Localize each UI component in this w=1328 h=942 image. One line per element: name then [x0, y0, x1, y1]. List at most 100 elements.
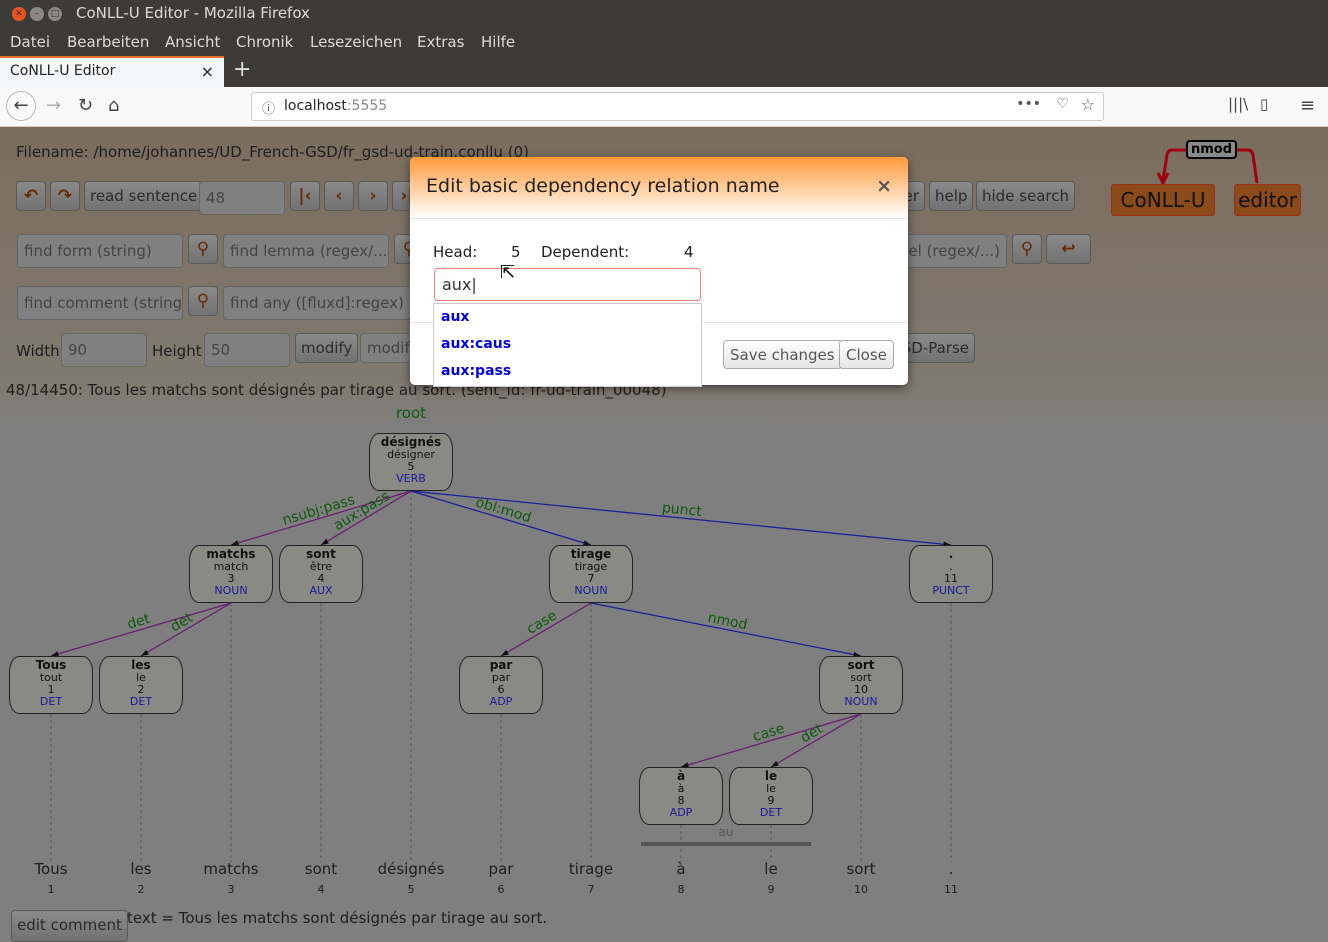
close-window-icon[interactable]: ✕ — [12, 7, 26, 21]
node-form: par — [489, 658, 513, 672]
node-form: sont — [306, 547, 336, 561]
url-port: :5555 — [346, 98, 388, 114]
library-icon[interactable]: |||\ — [1228, 95, 1248, 113]
edit-comment-button[interactable]: edit comment — [11, 910, 128, 942]
token-index: 4 — [317, 883, 325, 896]
tree-node[interactable]: tirage tirage 7 NOUN — [549, 545, 633, 603]
page-actions-icon[interactable]: ••• — [1016, 96, 1041, 112]
node-form: Tous — [35, 658, 67, 672]
dependency-edge[interactable] — [410, 490, 592, 546]
node-upos: DET — [759, 806, 783, 819]
url-host: localhost — [284, 98, 347, 114]
bookmark-star-icon[interactable]: ☆ — [1081, 95, 1095, 114]
tree-node[interactable]: .. 11 PUNCT — [909, 545, 993, 603]
tab-close-icon[interactable]: × — [201, 62, 214, 81]
autocomplete-item[interactable]: aux:caus — [434, 331, 701, 358]
token-form: . — [948, 860, 954, 878]
node-upos: ADP — [489, 695, 513, 708]
menu-bar: Datei Bearbeiten Ansicht Chronik Lesezei… — [0, 28, 1328, 56]
pocket-icon[interactable]: ♡ — [1056, 96, 1069, 112]
token-index: 3 — [227, 883, 235, 896]
head-value: 5 — [511, 243, 521, 261]
menu-lesezeichen[interactable]: Lesezeichen — [310, 33, 402, 51]
node-form: . — [948, 547, 954, 561]
token-form: sont — [304, 860, 338, 878]
token-index: 7 — [587, 883, 595, 896]
dialog-close-icon[interactable]: × — [876, 175, 892, 197]
forward-icon[interactable]: → — [46, 95, 61, 116]
node-upos: AUX — [309, 584, 333, 597]
tree-node[interactable]: le le 9 DET — [729, 767, 813, 825]
node-upos: NOUN — [844, 695, 878, 708]
token-form: désignés — [377, 860, 445, 878]
node-form: sort — [847, 658, 875, 672]
back-icon[interactable]: ← — [6, 91, 36, 121]
tree-node[interactable]: Tous tout 1 DET — [9, 656, 93, 714]
token-index: 10 — [854, 883, 868, 896]
menu-ansicht[interactable]: Ansicht — [165, 33, 220, 51]
tree-node[interactable]: sort sort 10 NOUN — [819, 656, 903, 714]
token-form: Tous — [34, 860, 68, 878]
token-form: à — [676, 860, 686, 878]
maximize-window-icon[interactable]: □ — [48, 7, 62, 21]
token-index: 9 — [767, 883, 775, 896]
multiword-form: au — [719, 825, 734, 839]
node-form: le — [764, 769, 778, 783]
navigation-bar: ← → ↻ ⌂ ⓘ localhost:5555 ••• ♡ ☆ |||\ ▯ … — [0, 87, 1328, 127]
node-upos: NOUN — [214, 584, 248, 597]
dependency-edge[interactable] — [680, 713, 862, 768]
edge-label[interactable]: det — [798, 721, 826, 747]
menu-chronik[interactable]: Chronik — [236, 33, 293, 51]
url-bar[interactable]: ⓘ localhost:5555 ••• ♡ ☆ — [251, 92, 1104, 121]
deprel-input[interactable]: aux| — [434, 268, 701, 301]
menu-datei[interactable]: Datei — [10, 33, 50, 51]
logo-relation: nmod — [1186, 140, 1238, 159]
logo-word-conllu: CoNLL-U — [1111, 184, 1215, 216]
tab-conllu-editor[interactable]: CoNLL-U Editor × — [0, 56, 224, 87]
token-index: 2 — [137, 883, 145, 896]
edge-label[interactable]: case — [524, 608, 560, 638]
tab-bar: CoNLL-U Editor × + — [0, 56, 1328, 87]
edge-label[interactable]: obl:mod — [474, 494, 533, 526]
tree-node[interactable]: les le 2 DET — [99, 656, 183, 714]
token-form: matchs — [203, 860, 259, 878]
window-titlebar: ✕ – □ CoNLL-U Editor - Mozilla Firefox — [0, 0, 1328, 28]
token-index: 5 — [407, 883, 415, 896]
new-tab-button[interactable]: + — [233, 57, 251, 82]
tree-node[interactable]: désignés désigner 5 VERB — [369, 433, 453, 491]
menu-bearbeiten[interactable]: Bearbeiten — [67, 33, 149, 51]
node-form: matchs — [206, 547, 256, 561]
tree-node[interactable]: par par 6 ADP — [459, 656, 543, 714]
menu-extras[interactable]: Extras — [417, 33, 464, 51]
reload-icon[interactable]: ↻ — [78, 95, 93, 116]
info-icon[interactable]: ⓘ — [262, 98, 275, 117]
close-button[interactable]: Close — [839, 340, 894, 369]
node-upos: VERB — [396, 472, 426, 485]
save-changes-button[interactable]: Save changes — [723, 340, 842, 369]
dependency-edge[interactable] — [50, 602, 232, 657]
tree-node[interactable]: à à 8 ADP — [639, 767, 723, 825]
root-label: root — [396, 404, 426, 422]
autocomplete-item[interactable]: aux — [434, 304, 701, 331]
tree-node[interactable]: sont être 4 AUX — [279, 545, 363, 603]
home-icon[interactable]: ⌂ — [108, 95, 119, 116]
token-form: sort — [846, 860, 876, 878]
autocomplete-list: aux aux:caus aux:pass — [433, 303, 702, 387]
text-comment: text = Tous les matchs sont désignés par… — [127, 909, 548, 927]
hamburger-menu-icon[interactable]: ≡ — [1300, 95, 1315, 116]
dependency-edge[interactable] — [410, 490, 952, 546]
token-form: le — [764, 860, 778, 878]
node-upos: PUNCT — [932, 584, 970, 597]
autocomplete-item[interactable]: aux:pass — [434, 358, 701, 385]
dependency-edge[interactable] — [590, 602, 862, 657]
sidebar-icon[interactable]: ▯ — [1260, 95, 1268, 113]
token-index: 11 — [944, 883, 958, 896]
menu-hilfe[interactable]: Hilfe — [481, 33, 515, 51]
edge-label[interactable]: det — [125, 611, 152, 633]
node-form: les — [131, 658, 151, 672]
token-form: les — [130, 860, 152, 878]
edge-label[interactable]: det — [168, 610, 196, 636]
tree-node[interactable]: matchs match 3 NOUN — [189, 545, 273, 603]
node-upos: DET — [129, 695, 153, 708]
minimize-window-icon[interactable]: – — [30, 7, 44, 21]
